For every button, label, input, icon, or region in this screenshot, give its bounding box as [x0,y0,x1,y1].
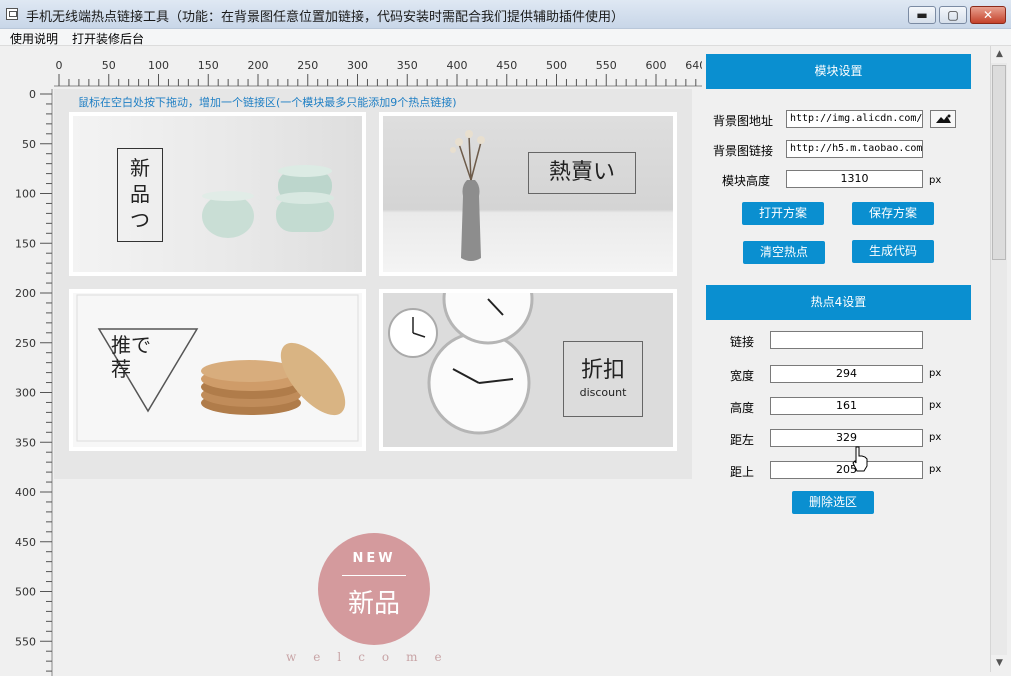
tile-image-cups: 新 品 つ [73,116,362,272]
scroll-thumb[interactable] [992,65,1006,260]
ruler-x-label: 100 [148,59,169,72]
ruler-y-label: 300 [15,387,36,400]
canvas-hint: 鼠标在空白处按下拖动，增加一个链接区(一个模块最多只能添加9个热点链接) [78,96,457,109]
hotspot-top-label: 距上 [730,465,755,479]
image-icon [936,114,951,123]
ruler-y-label: 150 [15,237,36,250]
ruler-x-label: 300 [347,59,368,72]
hotspot-top-unit: px [929,464,942,475]
design-canvas[interactable]: 鼠标在空白处按下拖动，增加一个链接区(一个模块最多只能添加9个热点链接) 新 品… [54,89,692,479]
maximize-icon: ▢ [947,8,959,22]
ruler-y-label: 450 [15,536,36,549]
minimize-button[interactable]: ▬ [908,6,936,24]
scroll-up-arrow-icon[interactable]: ▲ [991,46,1008,63]
ruler-y-label: 200 [15,287,36,300]
scroll-down-arrow-icon[interactable]: ▼ [991,655,1008,672]
hotspot-height-field[interactable]: 161 [770,397,923,415]
ruler-x-label: 200 [248,59,269,72]
bg-url-label: 背景图地址 [713,114,774,128]
hotspot-settings-header: 热点4设置 [706,285,971,320]
browse-image-button[interactable] [930,110,956,128]
menu-item-help[interactable]: 使用说明 [10,30,58,47]
hotspot-top-field[interactable]: 205 [770,461,923,479]
badge-new-text: NEW [352,551,396,566]
module-height-field[interactable]: 1310 [786,170,923,188]
discount-title: 折扣 [580,358,625,383]
bg-url-field[interactable]: http://img.alicdn.com/ [786,110,923,128]
hotspot-width-unit: px [929,368,942,379]
maximize-button[interactable]: ▢ [939,6,967,24]
menu-item-open-backend[interactable]: 打开装修后台 [72,30,144,47]
hotspot-link-field[interactable] [770,331,923,349]
hotspot-left-field[interactable]: 329 [770,429,923,447]
window-title: 手机无线端热点链接工具（功能：在背景图任意位置加链接，代码安装时需配合我们提供辅… [26,10,625,25]
hotspot-tile-3[interactable]: 推で 荐 [69,289,366,451]
discount-subtitle: discount [579,386,627,399]
ruler-y-label: 400 [15,486,36,499]
menu-bar: 使用说明 打开装修后台 [0,29,1011,46]
title-bar: 手机无线端热点链接工具（功能：在背景图任意位置加链接，代码安装时需配合我们提供辅… [0,0,1011,29]
close-button[interactable]: ✕ [970,6,1006,24]
ruler-x-label: 350 [397,59,418,72]
vertical-scrollbar[interactable]: ▲ ▼ [990,46,1008,672]
ruler-x-label: 0 [56,59,63,72]
hotspot-left-label: 距左 [730,433,755,447]
minimize-icon: ▬ [916,8,928,22]
hotspot-height-label: 高度 [730,401,755,415]
ruler-x-label: 450 [496,59,517,72]
app-icon [6,8,18,20]
tile-image-vase: 熱賣い [383,116,673,272]
ruler-x-label: 550 [596,59,617,72]
hand-cursor-icon [852,446,868,472]
module-settings-header: 模块设置 [706,54,971,89]
bg-link-field[interactable]: http://h5.m.taobao.com [786,140,923,158]
open-plan-button[interactable]: 打开方案 [742,202,824,225]
tile-image-clocks: 折扣 discount [383,293,673,447]
vase-illustration [450,130,485,261]
tile-label-discount: 折扣 discount [563,341,643,417]
tile-image-plates: 推で 荐 [73,293,362,447]
delete-selection-button[interactable]: 删除选区 [792,491,874,514]
ruler-y-label: 250 [15,337,36,350]
ruler-y-label: 350 [15,436,36,449]
ruler-x-label: 250 [297,59,318,72]
module-height-label: 模块高度 [722,174,771,188]
ruler-y-label: 500 [15,586,36,599]
generate-code-button[interactable]: 生成代码 [852,240,934,263]
ruler-x-label: 500 [546,59,567,72]
design-workarea: 0 50 100 150 200 250 300 350 400 450 500 550 600 64 0 … [2,48,702,676]
hotspot-tile-1[interactable]: 新 品 つ [69,112,366,276]
badge-main-text: 新品 [347,589,400,619]
save-plan-button[interactable]: 保存方案 [852,202,934,225]
bg-link-label: 背景图链接 [713,144,774,158]
hotspot-tile-2[interactable]: 熱賣い [379,112,677,276]
hotspot-width-field[interactable]: 294 [770,365,923,383]
tile-label-hot: 熱賣い [528,152,636,194]
cups-illustration [202,165,334,238]
clear-hotspots-button[interactable]: 清空热点 [743,241,825,264]
ruler-y-label: 0 [29,88,36,101]
ruler-y-label: 550 [15,635,36,648]
hotspot-link-label: 链接 [730,335,755,349]
hotspot-height-unit: px [929,400,942,411]
tile-label-recommend: 推で 荐 [111,333,151,381]
ruler-x-label: 400 [447,59,468,72]
badge-divider [342,575,406,576]
badge-welcome-text: welcome [286,650,459,664]
ruler-x-label: 50 [102,59,116,72]
ruler-x-label: 640 [685,59,702,72]
new-product-badge: NEW 新品 [318,533,430,645]
ruler-x-label: 150 [198,59,219,72]
hotspot-width-label: 宽度 [730,369,755,383]
ruler-vertical: 0 50 100 150 200 250 300 350 400 450 500 550 [15,88,53,676]
ruler-y-label: 50 [22,138,36,151]
hotspot-left-unit: px [929,432,942,443]
close-icon: ✕ [982,8,994,22]
module-height-unit: px [929,175,942,186]
ruler-horizontal: 0 50 100 150 200 250 300 350 400 450 500 550 600 640 [54,59,702,87]
ruler-y-label: 100 [15,188,36,201]
hotspot-tile-4[interactable]: 折扣 discount [379,289,677,451]
ruler-x-label: 600 [646,59,667,72]
